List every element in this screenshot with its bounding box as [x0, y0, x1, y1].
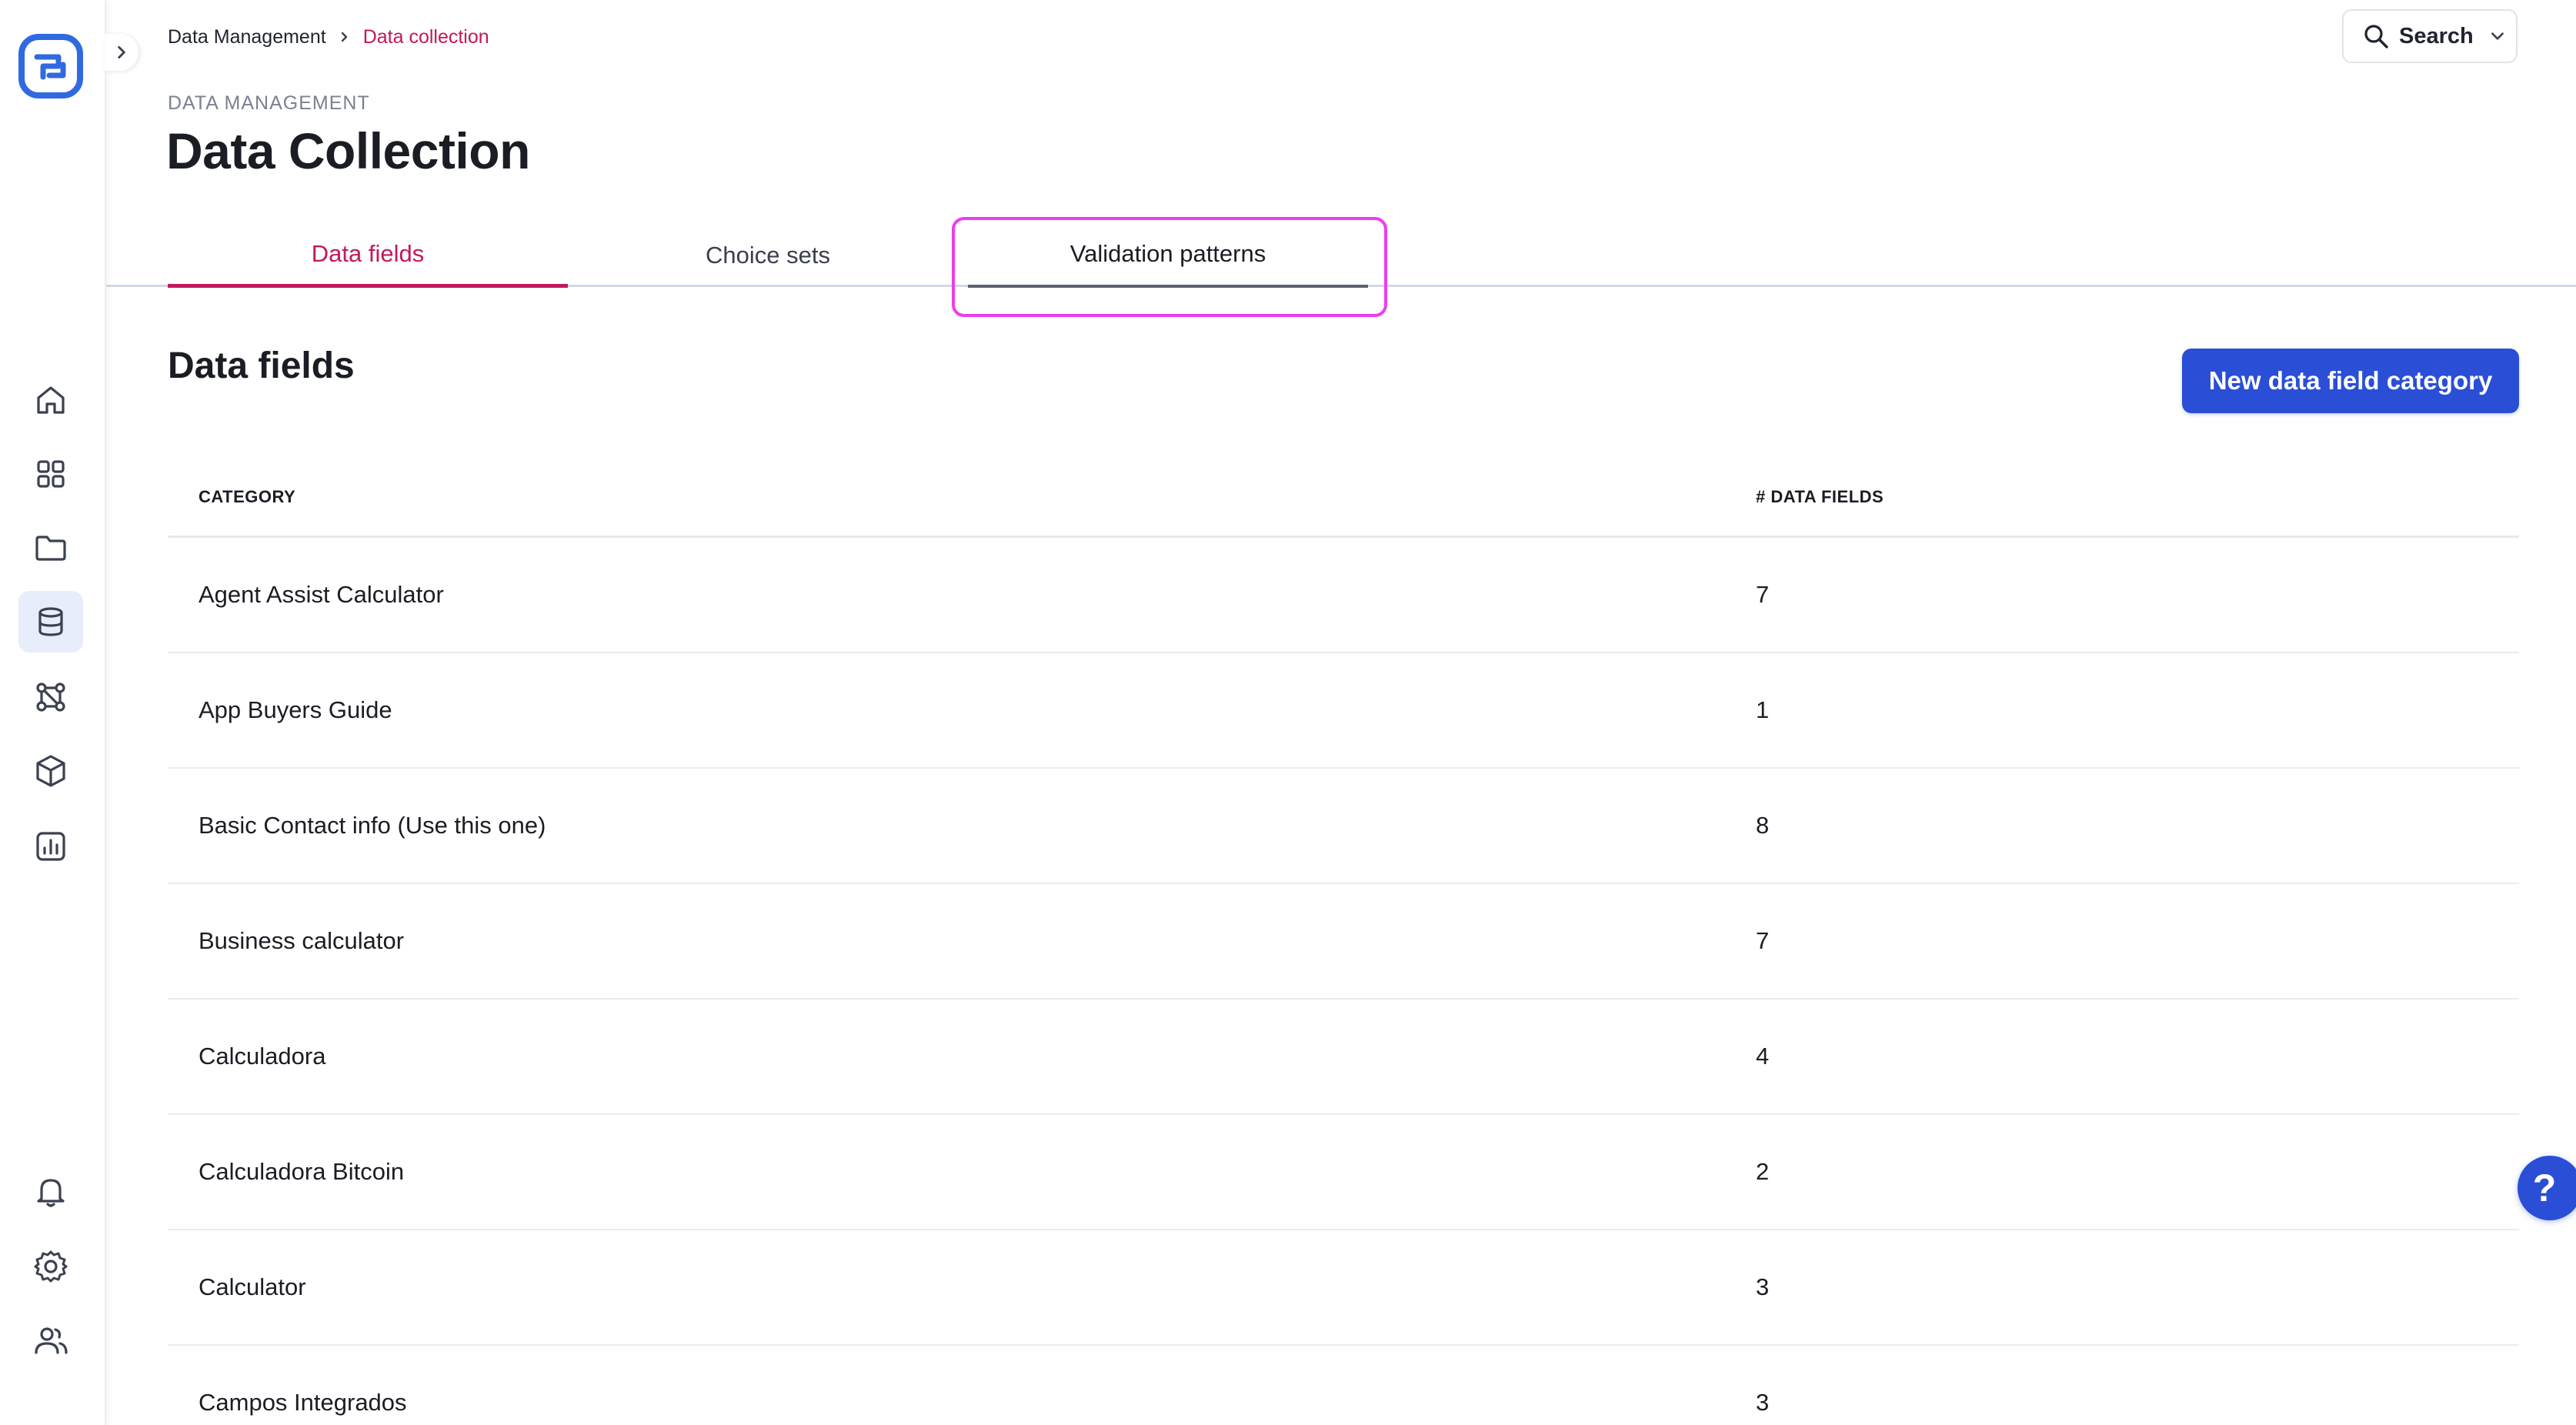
nav-data-management[interactable]	[18, 591, 83, 652]
data-fields-table: CATEGORY # DATA FIELDS Agent Assist Calc…	[168, 459, 2519, 1425]
table-row[interactable]: Business calculator 7	[168, 884, 2519, 1000]
row-count: 1	[1756, 696, 1770, 723]
app-root: Data Management Data collection Search D…	[0, 0, 2576, 1425]
nav-users[interactable]	[18, 1310, 83, 1371]
table-row[interactable]: Calculadora Bitcoin 2	[168, 1115, 2519, 1230]
row-category: Basic Contact info (Use this one)	[199, 812, 546, 839]
row-category: Calculator	[199, 1273, 306, 1300]
nav-settings[interactable]	[18, 1236, 83, 1297]
table-row[interactable]: Basic Contact info (Use this one) 8	[168, 769, 2519, 884]
database-icon	[38, 607, 63, 636]
sidebar	[0, 0, 106, 1425]
gear-icon	[34, 1250, 68, 1283]
row-count: 8	[1756, 812, 1770, 839]
row-category: Campos Integrados	[199, 1389, 407, 1416]
nav-products[interactable]	[18, 740, 83, 802]
chevron-right-icon	[339, 31, 351, 43]
nav-notifications[interactable]	[18, 1160, 83, 1222]
focus-highlight	[952, 217, 1387, 317]
nav-apps[interactable]	[18, 443, 83, 505]
nav-workflows[interactable]	[18, 666, 83, 728]
chart-icon	[36, 832, 65, 861]
section-title: Data fields	[168, 345, 355, 386]
row-category: Calculadora Bitcoin	[199, 1158, 405, 1185]
column-header-data-fields[interactable]: # DATA FIELDS	[1756, 487, 1884, 507]
nav-files[interactable]	[18, 517, 83, 579]
home-icon	[37, 386, 65, 414]
breadcrumb-current: Data collection	[362, 26, 489, 48]
tab-data-fields[interactable]: Data fields	[168, 223, 568, 288]
table-row[interactable]: Calculator 3	[168, 1230, 2519, 1346]
grid-icon	[37, 460, 65, 488]
row-category: Business calculator	[199, 927, 405, 954]
row-count: 7	[1756, 581, 1770, 608]
table-row[interactable]: Agent Assist Calculator 7	[168, 538, 2519, 653]
table-row[interactable]: App Buyers Guide 1	[168, 653, 2519, 769]
nav-analytics[interactable]	[18, 816, 83, 877]
row-count: 3	[1756, 1273, 1770, 1300]
help-button[interactable]: ?	[2518, 1156, 2576, 1220]
search-icon	[2364, 25, 2388, 48]
row-count: 2	[1756, 1158, 1770, 1185]
search-button[interactable]: Search	[2342, 9, 2518, 63]
table-row[interactable]: Campos Integrados 3	[168, 1346, 2519, 1425]
users-icon	[35, 1327, 68, 1354]
sidebar-expand-button[interactable]	[105, 34, 138, 71]
new-data-field-category-button[interactable]: New data field category	[2182, 349, 2519, 413]
bell-icon	[37, 1179, 65, 1207]
table-row[interactable]: Calculadora 4	[168, 1000, 2519, 1115]
breadcrumb-parent-link[interactable]: Data Management	[168, 23, 326, 51]
chevron-right-icon	[118, 45, 125, 59]
chevron-down-icon	[2491, 32, 2504, 40]
breadcrumb: Data Management Data collection	[168, 23, 489, 51]
page-eyebrow: DATA MANAGEMENT	[168, 92, 370, 114]
nav-home[interactable]	[18, 369, 83, 431]
row-category: Agent Assist Calculator	[199, 581, 444, 608]
table-header: CATEGORY # DATA FIELDS	[168, 459, 2519, 538]
row-category: Calculadora	[199, 1043, 326, 1070]
cube-icon	[36, 755, 65, 787]
row-count: 3	[1756, 1389, 1770, 1416]
column-header-category[interactable]: CATEGORY	[199, 487, 295, 507]
search-label: Search	[2399, 23, 2474, 48]
tab-choice-sets[interactable]: Choice sets	[568, 223, 968, 288]
row-count: 4	[1756, 1043, 1770, 1070]
page-title: Data Collection	[166, 122, 530, 179]
row-category: App Buyers Guide	[199, 696, 392, 723]
row-count: 7	[1756, 927, 1770, 954]
folder-icon	[35, 536, 66, 561]
workflow-icon	[36, 682, 65, 712]
app-logo-icon[interactable]	[18, 34, 83, 98]
